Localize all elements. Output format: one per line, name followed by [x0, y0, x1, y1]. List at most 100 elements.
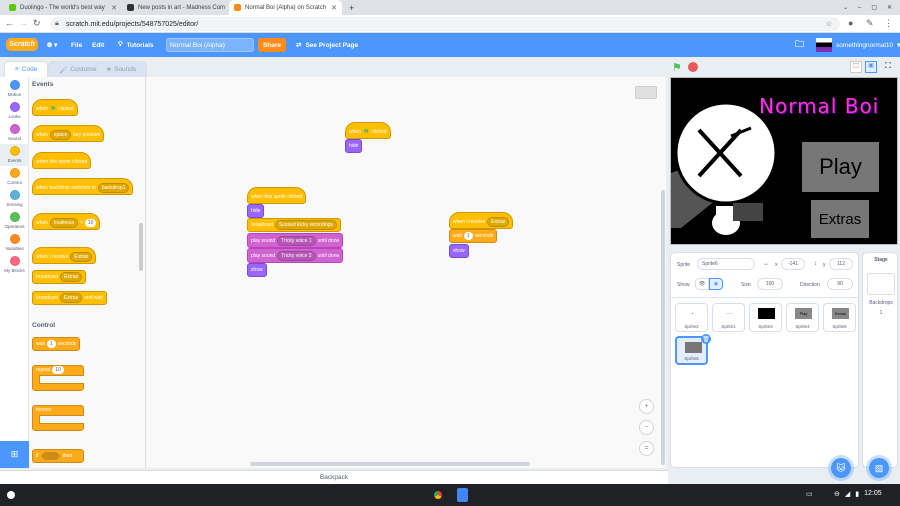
share-button[interactable]: Share: [258, 38, 286, 52]
language-globe-icon[interactable]: 🌐︎ ▾: [47, 33, 57, 57]
chrome-icon[interactable]: [431, 488, 445, 502]
stage-canvas[interactable]: Normal Boi Play Extras: [670, 77, 898, 245]
script-block-broadcast[interactable]: broadcast Sussed kicky recordings: [247, 218, 341, 232]
tab-code[interactable]: ≡ Code: [4, 61, 49, 77]
tab-sounds[interactable]: 🔊︎ Sounds: [96, 61, 148, 77]
sprite-thumb-sprite1[interactable]: ~~~ Sprite1: [712, 303, 745, 332]
stage-target-pane[interactable]: Stage Backdrops 1: [862, 252, 898, 468]
palette-block-when-flag-clicked[interactable]: when ⚑ clicked: [32, 99, 78, 116]
script-block-show[interactable]: show: [247, 263, 267, 277]
palette-block-when-loudness[interactable]: when loudness >10: [32, 213, 101, 230]
wait-seconds-field[interactable]: 1: [463, 232, 473, 240]
message-dropdown[interactable]: Extras: [70, 252, 93, 262]
normal-stage-button[interactable]: ▣: [865, 61, 877, 73]
stage-extras-button[interactable]: Extras: [811, 200, 869, 238]
script-block-show[interactable]: show: [449, 244, 469, 258]
key-dropdown[interactable]: space: [49, 130, 72, 140]
stage-play-button[interactable]: Play: [802, 142, 879, 192]
category-looks[interactable]: Looks: [0, 102, 29, 119]
edit-menu[interactable]: Edit: [92, 33, 104, 57]
my-stuff-folder-icon[interactable]: 🗀︎: [795, 33, 804, 57]
maximize-icon[interactable]: ▢: [871, 4, 877, 11]
script-block-hide[interactable]: hide: [345, 139, 363, 153]
message-dropdown[interactable]: Extras: [487, 217, 510, 227]
browser-tab-duolingo[interactable]: Duolingo - The world's best way ✕: [4, 0, 122, 15]
workspace-horizontal-scrollbar[interactable]: [250, 462, 530, 466]
category-control[interactable]: Control: [0, 168, 29, 185]
sprite-name-input[interactable]: Sprite6: [697, 258, 755, 270]
script-when-sprite-clicked[interactable]: when this sprite clicked: [247, 187, 307, 204]
screen-capture-icon[interactable]: ▭: [806, 490, 813, 498]
workspace-vertical-scrollbar[interactable]: [661, 190, 665, 465]
show-visible-toggle[interactable]: 👁︎: [695, 278, 709, 290]
category-variables[interactable]: Variables: [0, 234, 29, 251]
script-when-i-receive[interactable]: when I receive Extras: [449, 212, 514, 229]
docs-icon[interactable]: [457, 488, 468, 502]
add-extension-button[interactable]: ⊞: [0, 441, 29, 468]
green-flag-button[interactable]: ⚑: [672, 61, 684, 74]
script-block-play-sound-1[interactable]: play sound Tricky voice 1 until done: [247, 233, 344, 248]
direction-input[interactable]: 90: [827, 278, 853, 290]
choose-backdrop-button[interactable]: ▨: [869, 458, 889, 478]
message-dropdown[interactable]: Extras: [59, 293, 83, 303]
boolean-slot[interactable]: [40, 452, 61, 460]
url-field[interactable]: 🔒︎ scratch.mit.edu/projects/548757025/ed…: [50, 17, 840, 31]
status-area[interactable]: ⊖ ◢ ▮ 12:05: [834, 490, 882, 498]
script-when-flag-clicked[interactable]: when ⚑ clicked: [345, 122, 391, 139]
sound-dropdown[interactable]: Tricky voice 1: [277, 235, 316, 246]
size-input[interactable]: 100: [757, 278, 783, 290]
sound-dropdown[interactable]: Tricky voice 2: [277, 250, 316, 261]
x-position-input[interactable]: -141: [781, 258, 805, 270]
bookmark-star-icon[interactable]: ☆: [826, 20, 832, 28]
palette-block-wait[interactable]: wait 1 seconds: [32, 337, 81, 351]
loudness-value-field[interactable]: 10: [84, 219, 97, 227]
category-sensing[interactable]: Sensing: [0, 190, 29, 207]
palette-block-if-then[interactable]: if then: [32, 449, 84, 463]
delete-sprite-icon[interactable]: 🗑︎: [701, 334, 711, 344]
zoom-reset-button[interactable]: =: [639, 441, 654, 456]
new-tab-button[interactable]: +: [344, 0, 358, 15]
reload-icon[interactable]: ↻: [33, 18, 41, 29]
profile-icon[interactable]: ●: [848, 18, 853, 28]
project-title-input[interactable]: Normal Boi (Alpha): [166, 38, 254, 52]
script-block-hide[interactable]: hide: [247, 204, 265, 218]
launcher-icon[interactable]: [7, 491, 15, 499]
palette-scrollbar[interactable]: [139, 223, 143, 271]
message-dropdown[interactable]: Extras: [59, 272, 83, 282]
sprite-thumb-sprite5[interactable]: Extras Sprite5: [823, 303, 856, 332]
see-project-page-button[interactable]: ⇄ See Project Page: [296, 33, 358, 57]
minimize-icon[interactable]: –: [858, 5, 861, 11]
close-tab-icon[interactable]: ✕: [331, 4, 337, 12]
close-tab-icon[interactable]: ✕: [111, 4, 117, 12]
palette-block-broadcast[interactable]: broadcast Extras: [32, 270, 87, 284]
category-motion[interactable]: Motion: [0, 80, 29, 97]
browser-tab-madness[interactable]: New posts in art - Madness Com ✕: [122, 0, 229, 15]
sprite-thumb-sprite4[interactable]: Play Sprite4: [786, 303, 819, 332]
choose-sprite-button[interactable]: 🐱︎: [831, 458, 851, 478]
category-sound[interactable]: Sound: [0, 124, 29, 141]
small-stage-button[interactable]: ⬚: [850, 61, 862, 73]
script-block-play-sound-2[interactable]: play sound Tricky voice 2 until done: [247, 248, 344, 263]
scratch-logo[interactable]: Scratch: [6, 38, 38, 51]
palette-block-when-sprite-clicked[interactable]: when this sprite clicked: [32, 152, 92, 169]
wait-seconds-field[interactable]: 1: [46, 340, 56, 348]
message-dropdown[interactable]: Sussed kicky recordings: [274, 220, 337, 230]
file-menu[interactable]: File: [71, 33, 82, 57]
code-workspace[interactable]: when ⚑ clicked hide when this sprite click…: [146, 77, 666, 468]
backdrop-dropdown[interactable]: backdrop1: [98, 183, 130, 193]
zoom-out-button[interactable]: −: [639, 420, 654, 435]
script-block-wait[interactable]: wait 1 seconds: [449, 229, 498, 243]
close-window-icon[interactable]: ✕: [887, 4, 892, 11]
fullscreen-button[interactable]: ⛶: [882, 61, 894, 73]
palette-block-when-backdrop-switches[interactable]: when backdrop switches to backdrop1: [32, 178, 134, 195]
tutorials-button[interactable]: 💡︎ Tutorials: [118, 33, 154, 57]
sprite-thumb-sprite6[interactable]: Sprite6 🗑︎: [675, 334, 711, 365]
loudness-dropdown[interactable]: loudness: [49, 218, 78, 228]
sprite-thumb-sprite2[interactable]: ◔ Sprite2: [675, 303, 708, 332]
forward-icon[interactable]: →: [19, 18, 28, 28]
palette-block-broadcast-and-wait[interactable]: broadcast Extras and wait: [32, 291, 107, 305]
back-icon[interactable]: ←: [5, 18, 14, 28]
sprite-thumb-sprite3[interactable]: Sprite3: [749, 303, 782, 332]
extensions-icon[interactable]: ✎: [866, 18, 874, 29]
account-menu[interactable]: somethingnormal10 ▾: [816, 33, 900, 57]
